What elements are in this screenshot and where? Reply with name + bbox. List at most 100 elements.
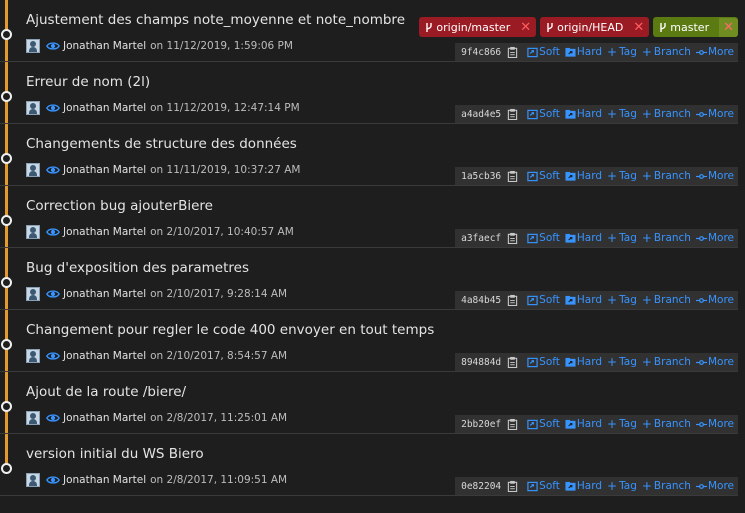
soft-reset-button[interactable]: Soft <box>527 232 560 244</box>
tag-button[interactable]: + Tag <box>607 46 637 58</box>
clipboard-icon[interactable] <box>507 232 518 244</box>
tag-button[interactable]: + Tag <box>607 480 637 492</box>
hard-reset-button[interactable]: Hard <box>565 294 602 306</box>
soft-reset-label: Soft <box>539 356 560 368</box>
tag-button[interactable]: + Tag <box>607 418 637 430</box>
branch-button[interactable]: + Branch <box>642 232 691 244</box>
commit-author[interactable]: Jonathan Martel <box>63 350 146 362</box>
clipboard-icon[interactable] <box>507 356 518 368</box>
commit-row[interactable]: Bug d'exposition des parametres Jonathan… <box>0 248 738 310</box>
commit-author[interactable]: Jonathan Martel <box>63 288 146 300</box>
branch-button[interactable]: + Branch <box>642 46 691 58</box>
tag-button[interactable]: + Tag <box>607 108 637 120</box>
commit-hash[interactable]: 0e82204 <box>461 481 501 492</box>
branch-badge[interactable]: origin/master ✕ <box>419 17 537 37</box>
hard-reset-button[interactable]: Hard <box>565 418 602 430</box>
close-icon[interactable]: ✕ <box>633 21 644 34</box>
more-button[interactable]: More <box>695 170 734 182</box>
hard-reset-button[interactable]: Hard <box>565 356 602 368</box>
soft-reset-button[interactable]: Soft <box>527 356 560 368</box>
soft-reset-button[interactable]: Soft <box>527 46 560 58</box>
more-button[interactable]: More <box>695 108 734 120</box>
commit-author[interactable]: Jonathan Martel <box>63 102 146 114</box>
commit-row[interactable]: version initial du WS Biero Jonathan Mar… <box>0 434 738 496</box>
commit-date: on 2/10/2017, 8:54:57 AM <box>150 350 288 362</box>
more-button[interactable]: More <box>695 232 734 244</box>
commit-message[interactable]: Erreur de nom (2l) <box>26 74 150 90</box>
more-button[interactable]: More <box>695 294 734 306</box>
clipboard-icon[interactable] <box>507 480 518 492</box>
tag-button[interactable]: + Tag <box>607 232 637 244</box>
commit-hash[interactable]: a3faecf <box>461 233 501 244</box>
clipboard-icon[interactable] <box>507 46 518 58</box>
commit-row[interactable]: Erreur de nom (2l) Jonathan Martel on 11… <box>0 62 738 124</box>
eye-icon[interactable] <box>46 411 60 425</box>
commit-author[interactable]: Jonathan Martel <box>63 226 146 238</box>
hard-reset-button[interactable]: Hard <box>565 46 602 58</box>
eye-icon[interactable] <box>46 39 60 53</box>
commit-row[interactable]: Changements de structure des données Jon… <box>0 124 738 186</box>
commit-row[interactable]: Changement pour regler le code 400 envoy… <box>0 310 738 372</box>
commit-message[interactable]: version initial du WS Biero <box>26 446 204 462</box>
clipboard-icon[interactable] <box>507 108 518 120</box>
hard-reset-button[interactable]: Hard <box>565 108 602 120</box>
soft-reset-button[interactable]: Soft <box>527 418 560 430</box>
commit-hash[interactable]: 894884d <box>461 357 501 368</box>
branch-button[interactable]: + Branch <box>642 356 691 368</box>
tag-button[interactable]: + Tag <box>607 170 637 182</box>
commit-message[interactable]: Correction bug ajouterBiere <box>26 198 213 214</box>
tag-button[interactable]: + Tag <box>607 356 637 368</box>
soft-reset-button[interactable]: Soft <box>527 108 560 120</box>
branch-badge[interactable]: master ✕ <box>653 17 738 37</box>
eye-icon[interactable] <box>46 349 60 363</box>
commit-author[interactable]: Jonathan Martel <box>63 474 146 486</box>
tag-button[interactable]: + Tag <box>607 294 637 306</box>
branch-button[interactable]: + Branch <box>642 480 691 492</box>
more-button[interactable]: More <box>695 356 734 368</box>
commit-message[interactable]: Bug d'exposition des parametres <box>26 260 249 276</box>
soft-reset-button[interactable]: Soft <box>527 480 560 492</box>
eye-icon[interactable] <box>46 163 60 177</box>
close-icon[interactable]: ✕ <box>719 17 738 37</box>
commit-hash[interactable]: 9f4c866 <box>461 47 501 58</box>
commit-hash[interactable]: a4ad4e5 <box>461 109 501 120</box>
commit-hash[interactable]: 1a5cb36 <box>461 171 501 182</box>
more-button[interactable]: More <box>695 418 734 430</box>
branch-button[interactable]: + Branch <box>642 294 691 306</box>
branch-button[interactable]: + Branch <box>642 418 691 430</box>
eye-icon[interactable] <box>46 101 60 115</box>
soft-reset-button[interactable]: Soft <box>527 170 560 182</box>
commit-row[interactable]: Ajustement des champs note_moyenne et no… <box>0 0 738 62</box>
hard-reset-button[interactable]: Hard <box>565 480 602 492</box>
commit-hash[interactable]: 4a84b45 <box>461 295 501 306</box>
commit-hash[interactable]: 2bb20ef <box>461 419 501 430</box>
soft-reset-button[interactable]: Soft <box>527 294 560 306</box>
clipboard-icon[interactable] <box>507 170 518 182</box>
commit-message[interactable]: Changements de structure des données <box>26 136 297 152</box>
branch-button[interactable]: + Branch <box>642 170 691 182</box>
commit-row[interactable]: Ajout de la route /biere/ Jonathan Marte… <box>0 372 738 434</box>
more-label: More <box>707 170 734 182</box>
hard-reset-button[interactable]: Hard <box>565 170 602 182</box>
eye-icon[interactable] <box>46 473 60 487</box>
clipboard-icon[interactable] <box>507 294 518 306</box>
commit-row[interactable]: Correction bug ajouterBiere Jonathan Mar… <box>0 186 738 248</box>
commit-message[interactable]: Ajustement des champs note_moyenne et no… <box>26 12 405 28</box>
commit-message[interactable]: Ajout de la route /biere/ <box>26 384 186 400</box>
clipboard-icon[interactable] <box>507 418 518 430</box>
commit-author[interactable]: Jonathan Martel <box>63 164 146 176</box>
tag-label: Tag <box>619 294 637 306</box>
commit-author[interactable]: Jonathan Martel <box>63 412 146 424</box>
more-button[interactable]: More <box>695 46 734 58</box>
more-button[interactable]: More <box>695 480 734 492</box>
eye-icon[interactable] <box>46 225 60 239</box>
scrollbar-track[interactable] <box>738 0 745 513</box>
commit-author[interactable]: Jonathan Martel <box>63 40 146 52</box>
branch-badge[interactable]: origin/HEAD ✕ <box>540 17 650 37</box>
close-icon[interactable]: ✕ <box>520 21 531 34</box>
plus-icon: + <box>607 107 618 121</box>
hard-reset-button[interactable]: Hard <box>565 232 602 244</box>
branch-button[interactable]: + Branch <box>642 108 691 120</box>
commit-message[interactable]: Changement pour regler le code 400 envoy… <box>26 322 434 338</box>
eye-icon[interactable] <box>46 287 60 301</box>
